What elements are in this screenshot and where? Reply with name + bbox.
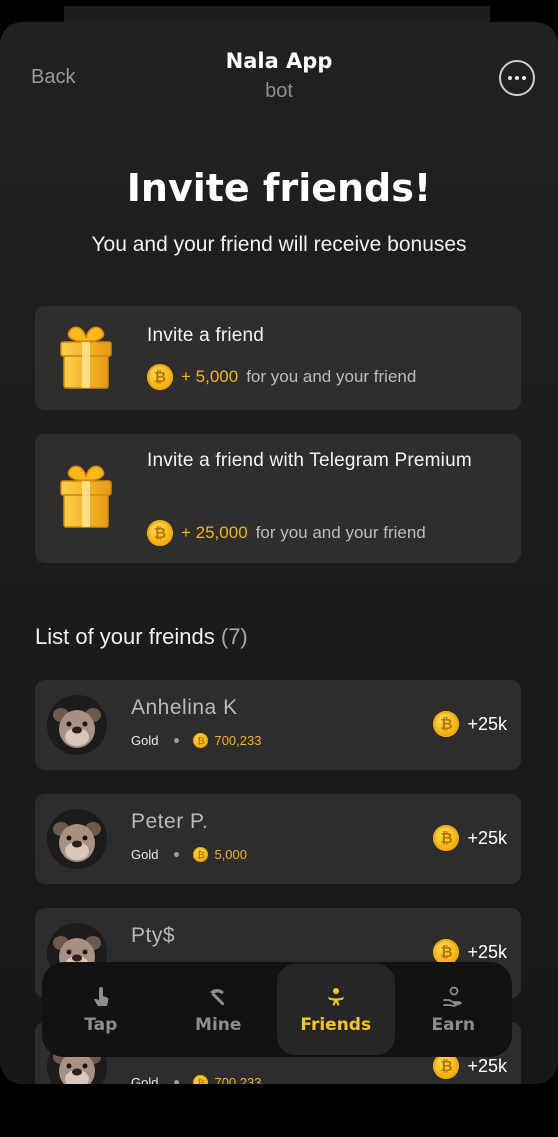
friends-list-title: List of your freinds (7) [35,624,248,650]
bonus-value: +25k [467,1055,507,1076]
reward-note: for you and your friend [246,367,417,386]
tap-icon [94,986,109,1006]
dot-icon [522,76,526,80]
separator-dot [174,852,180,857]
friend-meta: Gold ₿ 5,000 [131,847,247,862]
coin-icon: ₿ [193,733,209,748]
friends-icon [327,987,344,1005]
page-title: Invite friends! [126,166,432,210]
tab-friends[interactable]: Friends [277,964,395,1055]
friend-bonus: ₿ +25k [433,825,507,851]
bulldog-avatar-icon [53,822,101,862]
page-subtitle: You and your friend will receive bonuses [91,233,467,256]
invite-premium-friend-card[interactable]: Invite a friend with Telegram Premium ₿ … [35,434,521,563]
friend-balance: 700,233 [214,733,262,748]
app-subtitle: bot [265,80,293,102]
friend-row[interactable]: Peter P. Gold ₿ 5,000 ₿ +25k [35,794,521,884]
bottom-tab-bar: Tap Mine Friends Earn [42,962,512,1057]
tab-label: Tap [84,1014,118,1035]
friend-level: Gold [131,733,159,748]
friend-bonus: ₿ +25k [433,711,507,737]
bulldog-avatar-icon [53,708,101,748]
bonus-value: +25k [467,941,507,962]
reward-note: for you and your friend [255,523,426,542]
friend-level: Gold [131,1075,159,1084]
friend-row[interactable]: Anhelina K Gold ₿ 700,233 ₿ +25k [35,680,521,770]
pickaxe-icon [210,988,225,1005]
friend-meta: Gold ₿ 700,233 [131,1075,261,1084]
reward-amount: + 5,000 [181,367,239,386]
coin-icon: ₿ [147,364,173,390]
app-title: Nala App [225,49,333,73]
tab-earn[interactable]: Earn [395,962,513,1057]
friend-name: Peter P. [131,810,209,833]
friend-meta: Gold ₿ 700,233 [131,733,261,748]
avatar [47,695,107,755]
bonus-value: +25k [467,713,507,734]
coin-icon: ₿ [433,825,460,851]
coin-icon: ₿ [433,711,460,737]
tab-mine[interactable]: Mine [160,962,278,1057]
friend-balance: 5,000 [214,847,248,862]
coin-icon: ₿ [147,520,173,546]
friend-name: Pty$ [131,924,176,947]
bonus-value: +25k [467,827,507,848]
tab-label: Mine [195,1014,242,1035]
friend-balance: 700,233 [214,1075,262,1084]
reward-amount: + 25,000 [181,523,248,542]
reward-row: ₿ + 5,000 for you and your friend [147,364,416,390]
gift-icon [60,465,112,528]
more-options-button[interactable] [499,60,535,96]
coin-icon: ₿ [193,1075,209,1084]
mini-app-sheet: Back Nala App bot Invite friends! You an… [0,22,558,1084]
separator-dot [174,1080,180,1084]
friends-count: (7) [220,624,248,649]
friend-name: Anhelina K [131,696,238,719]
tab-tap[interactable]: Tap [42,962,160,1057]
invite-title: Invite a friend [147,325,265,346]
friend-level: Gold [131,847,159,862]
separator-dot [174,738,180,743]
reward-row: ₿ + 25,000 for you and your friend [147,520,426,546]
dot-icon [508,76,512,80]
coin-icon: ₿ [193,847,209,862]
friends-list-label: List of your freinds [35,624,215,649]
invite-friend-card[interactable]: Invite a friend ₿ + 5,000 for you and yo… [35,306,521,410]
tab-label: Friends [300,1014,372,1035]
dot-icon [515,76,519,80]
earn-icon [443,986,463,1007]
gift-icon [60,326,112,389]
invite-title: Invite a friend with Telegram Premium [147,450,472,471]
avatar [47,809,107,869]
tab-label: Earn [431,1014,476,1035]
